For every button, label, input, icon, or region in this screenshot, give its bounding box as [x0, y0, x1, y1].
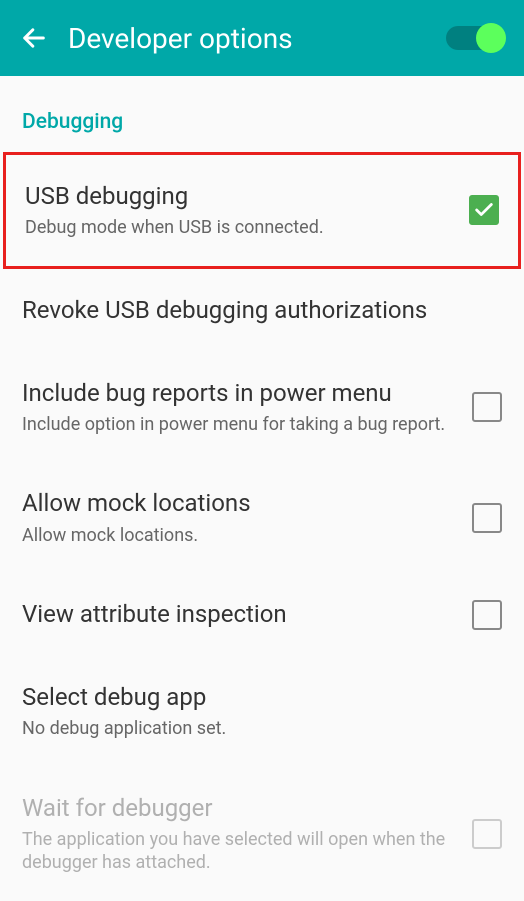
setting-text: Include bug reports in power menu Includ…	[22, 378, 472, 437]
toggle-knob	[476, 23, 506, 53]
setting-select-debug-app[interactable]: Select debug app No debug application se…	[0, 656, 524, 767]
header-left: Developer options	[20, 22, 293, 55]
setting-mock-locations[interactable]: Allow mock locations Allow mock location…	[0, 462, 524, 573]
setting-title: Allow mock locations	[22, 488, 457, 519]
setting-title: Revoke USB debugging authorizations	[22, 295, 487, 326]
back-button[interactable]	[20, 24, 48, 52]
setting-revoke-authorizations[interactable]: Revoke USB debugging authorizations	[0, 269, 524, 352]
setting-text: Wait for debugger The application you ha…	[22, 793, 472, 875]
setting-bug-reports[interactable]: Include bug reports in power menu Includ…	[0, 352, 524, 463]
mock-locations-checkbox[interactable]	[472, 503, 502, 533]
setting-title: Wait for debugger	[22, 793, 457, 824]
setting-title: Select debug app	[22, 682, 487, 713]
app-header: Developer options	[0, 0, 524, 76]
setting-attribute-inspection[interactable]: View attribute inspection	[0, 573, 524, 656]
setting-title: Include bug reports in power menu	[22, 378, 457, 409]
setting-subtitle: Include option in power menu for taking …	[22, 413, 457, 436]
attribute-inspection-checkbox[interactable]	[472, 600, 502, 630]
setting-text: Revoke USB debugging authorizations	[22, 295, 502, 326]
setting-subtitle: Allow mock locations.	[22, 524, 457, 547]
setting-subtitle: The application you have selected will o…	[22, 828, 457, 875]
setting-title: USB debugging	[25, 181, 454, 212]
setting-text: Select debug app No debug application se…	[22, 682, 502, 741]
setting-text: USB debugging Debug mode when USB is con…	[25, 181, 469, 240]
setting-subtitle: No debug application set.	[22, 717, 487, 740]
setting-title: View attribute inspection	[22, 599, 457, 630]
developer-options-toggle[interactable]	[446, 26, 504, 50]
setting-subtitle: Debug mode when USB is connected.	[25, 216, 454, 239]
setting-usb-debugging[interactable]: USB debugging Debug mode when USB is con…	[3, 152, 521, 269]
setting-text: Allow mock locations Allow mock location…	[22, 488, 472, 547]
page-title: Developer options	[68, 22, 293, 55]
section-label-debugging: Debugging	[0, 76, 524, 152]
setting-text: View attribute inspection	[22, 599, 472, 630]
setting-wait-for-debugger: Wait for debugger The application you ha…	[0, 767, 524, 901]
checkmark-icon	[473, 199, 495, 221]
wait-debugger-checkbox	[472, 819, 502, 849]
usb-debugging-checkbox[interactable]	[469, 195, 499, 225]
bug-reports-checkbox[interactable]	[472, 392, 502, 422]
back-arrow-icon	[20, 24, 48, 52]
